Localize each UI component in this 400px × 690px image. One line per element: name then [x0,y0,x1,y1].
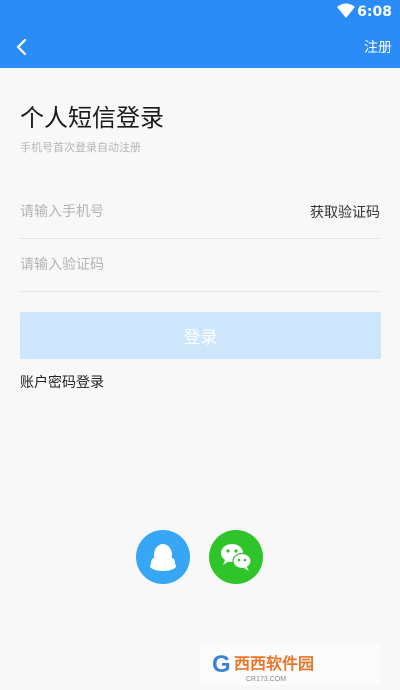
svg-text:G: G [212,651,231,678]
wifi-icon [337,3,355,18]
password-login-link[interactable]: 账户密码登录 [20,372,104,392]
page-subtitle: 手机号首次登录自动注册 [20,141,141,154]
watermark-text: 西西软件园 [234,654,314,673]
qq-login-button[interactable] [136,530,190,584]
qq-icon [150,544,176,571]
status-bar: 6:08 [0,0,400,26]
phone-input[interactable] [20,186,280,238]
phone-field-row: 获取验证码 [20,186,380,239]
watermark-url: CR173.COM [246,676,286,683]
wechat-icon [221,544,252,571]
app-bar: 注册 [0,26,400,68]
code-input[interactable] [20,239,280,291]
code-field-row [20,239,380,292]
back-arrow-icon[interactable] [10,34,36,60]
wechat-login-button[interactable] [209,530,263,584]
status-time: 6:08 [357,4,392,20]
register-button[interactable]: 注册 [364,37,392,57]
page-title: 个人短信登录 [20,104,164,132]
login-button[interactable]: 登录 [20,312,381,359]
get-code-button[interactable]: 获取验证码 [310,202,380,222]
site-watermark: G 西西软件园 CR173.COM [200,643,380,685]
